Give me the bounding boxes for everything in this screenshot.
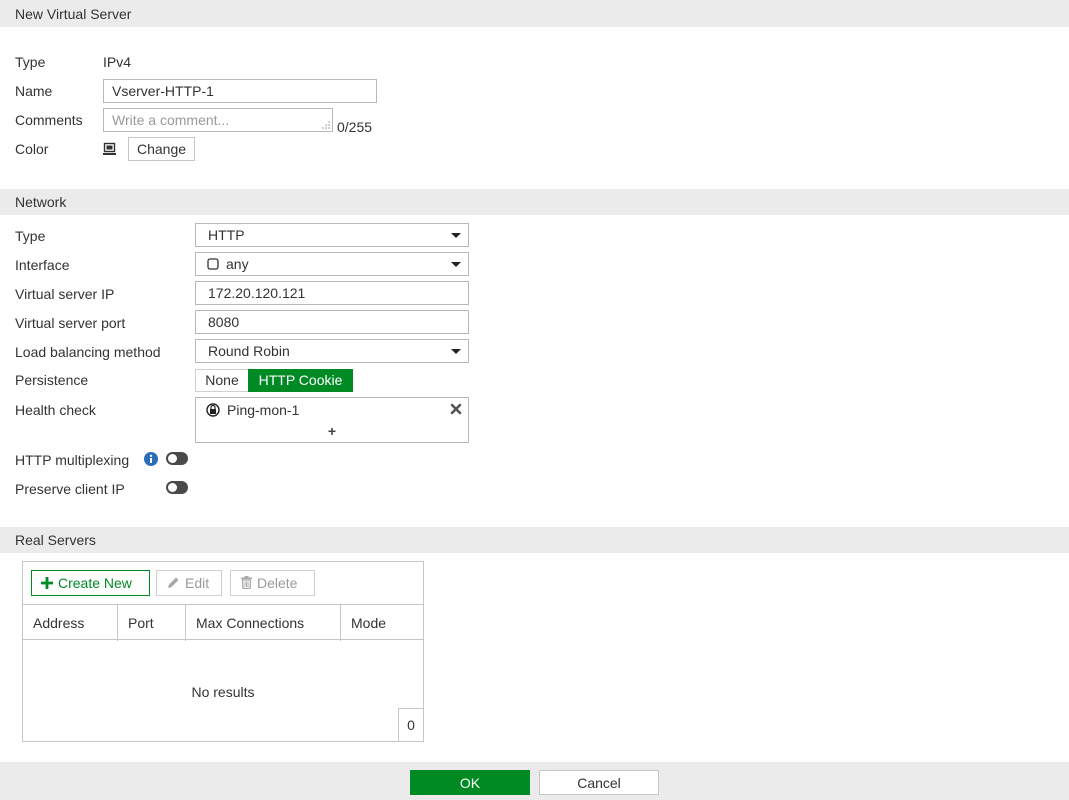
interface-label: Interface [15, 257, 70, 273]
trash-icon [241, 576, 252, 590]
real-servers-grid: Create New Edit Delete Address Port Max … [22, 561, 424, 742]
persistence-option-none[interactable]: None [195, 369, 248, 392]
monitor-heartbeat-icon [206, 403, 220, 417]
network-type-label: Type [15, 228, 46, 244]
real-servers-header: Real Servers [0, 527, 1069, 553]
color-label: Color [15, 141, 49, 157]
create-new-button[interactable]: Create New [31, 570, 150, 596]
create-new-label: Create New [58, 575, 132, 591]
pencil-icon [168, 577, 179, 588]
dialog-title-bar: New Virtual Server [0, 0, 1069, 27]
column-header-port[interactable]: Port [118, 605, 186, 641]
http-multiplexing-label: HTTP multiplexing [15, 452, 130, 468]
name-label: Name [15, 83, 53, 99]
vport-label: Virtual server port [15, 315, 126, 331]
vip-input[interactable]: 172.20.120.121 [195, 281, 469, 305]
preserve-client-ip-toggle[interactable] [166, 481, 188, 494]
network-type-value: HTTP [208, 227, 245, 243]
cancel-button[interactable]: Cancel [539, 770, 659, 795]
vip-input-value: 172.20.120.121 [208, 285, 306, 301]
lb-method-label: Load balancing method [15, 344, 161, 360]
name-input-value: Vserver-HTTP-1 [112, 83, 214, 99]
change-color-button[interactable]: Change [128, 137, 195, 161]
dialog-title: New Virtual Server [15, 6, 132, 22]
edit-label: Edit [185, 575, 210, 591]
real-servers-header-label: Real Servers [15, 532, 96, 548]
interface-value: any [226, 256, 249, 272]
health-check-box[interactable]: Ping-mon-1 + [195, 397, 469, 443]
close-icon[interactable] [450, 403, 462, 415]
comments-counter: 0/255 [337, 119, 373, 135]
plus-icon [41, 577, 53, 589]
delete-label: Delete [257, 575, 298, 591]
column-header-max-connections[interactable]: Max Connections [186, 605, 341, 641]
persistence-option-http-cookie-label: HTTP Cookie [258, 372, 343, 388]
vport-input[interactable]: 8080 [195, 310, 469, 334]
edit-button[interactable]: Edit [156, 570, 222, 596]
name-input[interactable]: Vserver-HTTP-1 [103, 79, 377, 103]
delete-button[interactable]: Delete [230, 570, 315, 596]
type-value: IPv4 [103, 54, 132, 70]
network-type-select[interactable]: HTTP [195, 223, 469, 247]
health-check-add-button[interactable]: + [196, 421, 468, 441]
chevron-down-icon [451, 349, 461, 354]
interface-square-icon [207, 258, 219, 270]
info-icon[interactable] [144, 452, 158, 466]
type-label: Type [15, 54, 46, 70]
interface-select[interactable]: any [195, 252, 469, 276]
dialog-footer: OK Cancel [0, 762, 1069, 800]
comments-label: Comments [15, 112, 83, 128]
ok-button[interactable]: OK [410, 770, 530, 795]
vport-input-value: 8080 [208, 314, 240, 330]
vip-label: Virtual server IP [15, 286, 115, 302]
comments-placeholder: Write a comment... [112, 112, 230, 128]
preserve-client-ip-label: Preserve client IP [15, 481, 125, 497]
health-check-item: Ping-mon-1 [227, 402, 300, 418]
persistence-option-none-label: None [205, 372, 239, 388]
http-multiplexing-toggle[interactable] [166, 452, 188, 465]
persistence-label: Persistence [15, 372, 89, 388]
grid-header-row: Address Port Max Connections Mode [23, 604, 423, 641]
column-header-mode[interactable]: Mode [341, 605, 423, 641]
persistence-option-http-cookie[interactable]: HTTP Cookie [248, 369, 353, 392]
chevron-down-icon [451, 233, 461, 238]
grid-empty-message: No results [191, 684, 255, 700]
resize-grip-icon[interactable] [322, 121, 330, 129]
grid-row-count: 0 [398, 708, 423, 741]
comments-textarea[interactable]: Write a comment... [103, 108, 333, 132]
health-check-label: Health check [15, 402, 96, 418]
column-header-address[interactable]: Address [23, 605, 118, 641]
lb-method-select[interactable]: Round Robin [195, 339, 469, 363]
chevron-down-icon [451, 262, 461, 267]
network-header: Network [0, 189, 1069, 215]
monitor-icon [103, 142, 116, 155]
network-header-label: Network [15, 194, 67, 210]
lb-method-value: Round Robin [208, 343, 290, 359]
